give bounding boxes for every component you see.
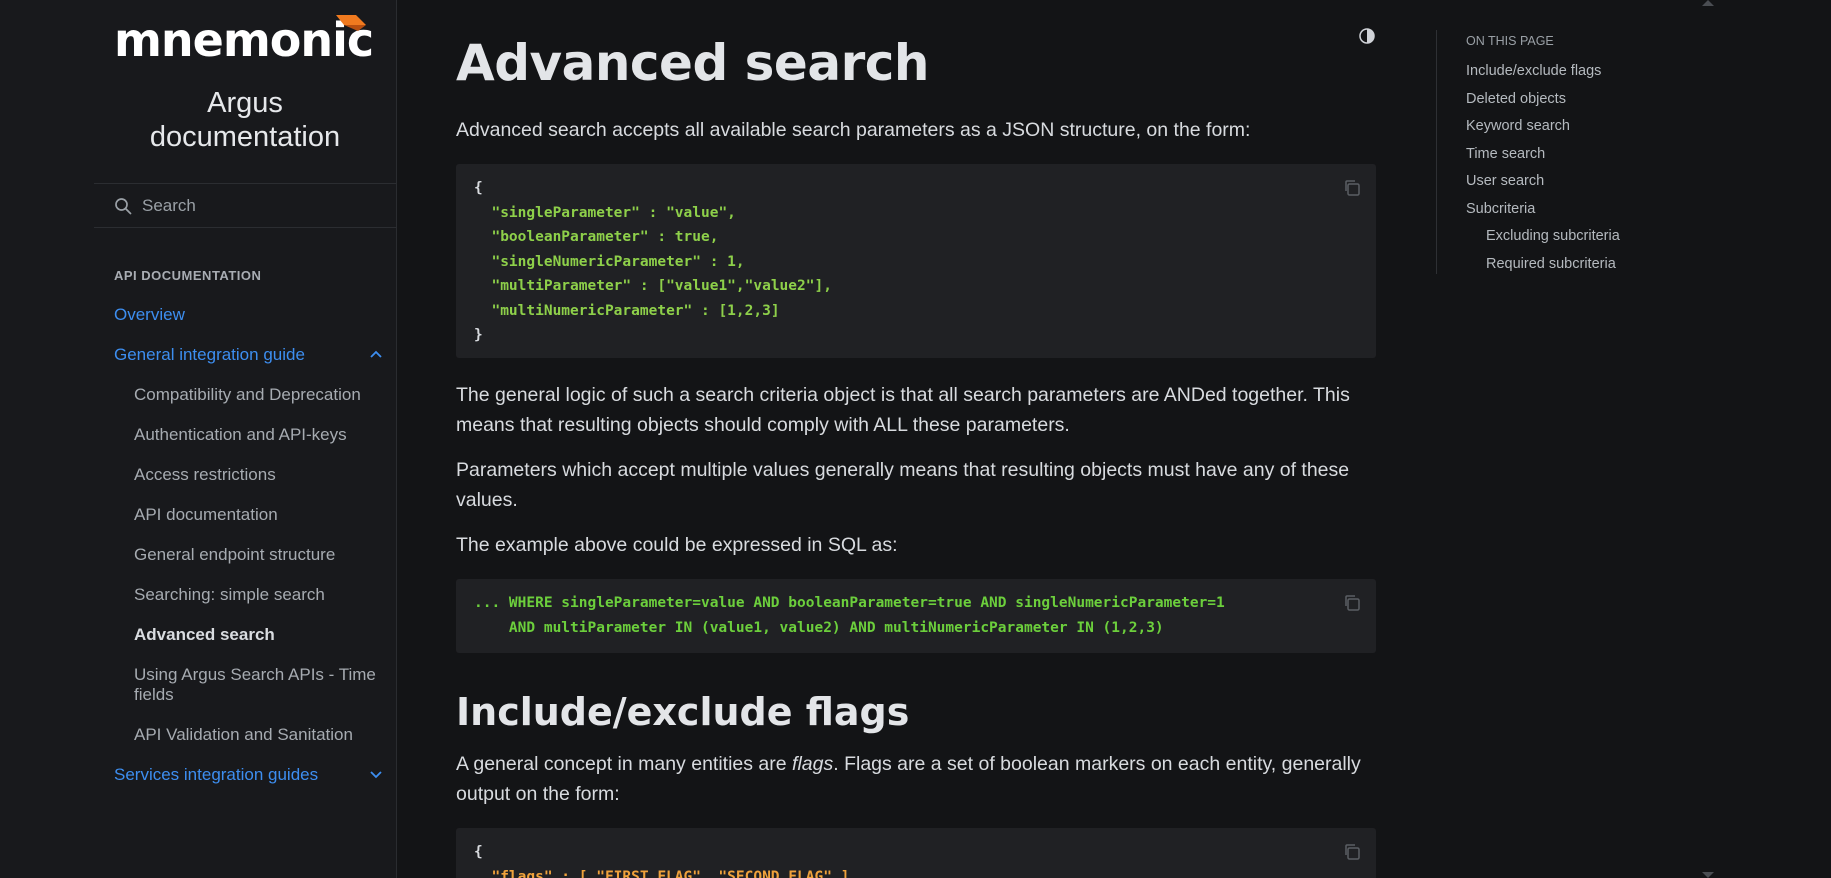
nav-subitem-authentication[interactable]: Authentication and API-keys bbox=[114, 420, 384, 460]
code-line: "singleNumericParameter" : 1, bbox=[491, 253, 745, 270]
logo[interactable]: mnemonic bbox=[114, 14, 376, 66]
toc-item-time-search[interactable]: Time search bbox=[1466, 141, 1736, 169]
nav-item-services-integration-guides[interactable]: Services integration guides bbox=[114, 760, 384, 800]
code-block-flags: { "flags" : [ "FIRST_FLAG", "SECOND_FLAG… bbox=[456, 828, 1376, 878]
section-title-include-exclude: Include/exclude flags bbox=[456, 690, 910, 734]
toc-item-user-search[interactable]: User search bbox=[1466, 168, 1736, 196]
toc-item-required-subcriteria[interactable]: Required subcriteria bbox=[1466, 251, 1736, 279]
toc-item-include-exclude-flags[interactable]: Include/exclude flags bbox=[1466, 58, 1736, 86]
toc-item-subcriteria[interactable]: Subcriteria bbox=[1466, 196, 1736, 224]
nav-subitem-validation[interactable]: API Validation and Sanitation bbox=[114, 720, 384, 760]
code-line: { bbox=[474, 844, 483, 860]
code-line: "flags" : [ "FIRST_FLAG", "SECOND_FLAG" … bbox=[474, 868, 850, 878]
scroll-down-icon[interactable] bbox=[1702, 872, 1714, 878]
text-emphasis: flags bbox=[792, 753, 834, 775]
logo-text: mnemonic bbox=[114, 13, 374, 67]
code-line: "singleParameter" : "value", bbox=[491, 204, 736, 221]
nav-item-general-integration-guide[interactable]: General integration guide bbox=[114, 340, 384, 380]
nav-subitem-api-documentation[interactable]: API documentation bbox=[114, 500, 384, 540]
intro-paragraph: Advanced search accepts all available se… bbox=[456, 119, 1251, 141]
chevron-up-icon[interactable] bbox=[368, 346, 384, 362]
copy-icon[interactable] bbox=[1342, 593, 1362, 613]
toc-item-excluding-subcriteria[interactable]: Excluding subcriteria bbox=[1466, 223, 1736, 251]
toc-item-deleted-objects[interactable]: Deleted objects bbox=[1466, 86, 1736, 114]
code-line: { bbox=[474, 180, 483, 196]
text: A general concept in many entities are bbox=[456, 753, 793, 775]
code-line: "multiNumericParameter" : [1,2,3] bbox=[491, 302, 780, 319]
sidebar-nav: Overview General integration guide Compa… bbox=[114, 300, 384, 800]
sql-intro-paragraph: The example above could be expressed in … bbox=[456, 534, 898, 556]
nav-subitem-endpoint-structure[interactable]: General endpoint structure bbox=[114, 540, 384, 580]
multi-values-paragraph: Parameters which accept multiple values … bbox=[456, 459, 1350, 511]
nav-subitem-access-restrictions[interactable]: Access restrictions bbox=[114, 460, 384, 500]
copy-icon[interactable] bbox=[1342, 178, 1362, 198]
scroll-up-icon[interactable] bbox=[1702, 0, 1714, 6]
code-line: AND multiParameter IN (value1, value2) A… bbox=[474, 619, 1164, 636]
nav-subitem-advanced-search[interactable]: Advanced search bbox=[114, 620, 384, 660]
sidebar: mnemonic Argus documentation API DOCUMEN… bbox=[0, 0, 397, 878]
code-block-json: { "singleParameter" : "value", "booleanP… bbox=[456, 164, 1376, 358]
toc-item-keyword-search[interactable]: Keyword search bbox=[1466, 113, 1736, 141]
flags-paragraph: A general concept in many entities are f… bbox=[456, 749, 1378, 809]
nav-subitem-simple-search[interactable]: Searching: simple search bbox=[114, 580, 384, 620]
search-icon bbox=[115, 197, 132, 214]
logo-flag-icon bbox=[336, 15, 366, 31]
code-line: "booleanParameter" : true, bbox=[491, 229, 719, 245]
page-title: Advanced search bbox=[456, 34, 929, 92]
code-line: ... WHERE singleParameter=value AND bool… bbox=[474, 595, 1225, 611]
table-of-contents: ON THIS PAGE Include/exclude flags Delet… bbox=[1436, 30, 1736, 274]
nav-item-label: General integration guide bbox=[114, 345, 305, 364]
chevron-down-icon[interactable] bbox=[368, 766, 384, 782]
nav-subitem-compatibility[interactable]: Compatibility and Deprecation bbox=[114, 380, 384, 420]
toc-heading: ON THIS PAGE bbox=[1466, 34, 1554, 48]
nav-subitem-time-fields[interactable]: Using Argus Search APIs - Time fields bbox=[114, 660, 384, 720]
code-line: } bbox=[474, 327, 483, 343]
copy-icon[interactable] bbox=[1342, 842, 1362, 862]
brand[interactable]: mnemonic Argus documentation bbox=[114, 14, 376, 154]
search-input[interactable] bbox=[142, 195, 362, 216]
search-box[interactable] bbox=[94, 183, 397, 228]
code-line: "multiParameter" : ["value1","value2"], bbox=[491, 278, 832, 294]
site-title: Argus documentation bbox=[149, 87, 341, 153]
nav-heading: API DOCUMENTATION bbox=[114, 268, 262, 283]
nav-item-overview[interactable]: Overview bbox=[114, 300, 384, 340]
nav-item-label: Services integration guides bbox=[114, 765, 319, 784]
logic-paragraph: The general logic of such a search crite… bbox=[456, 384, 1350, 436]
code-block-sql: ... WHERE singleParameter=value AND bool… bbox=[456, 579, 1376, 653]
main-content: Advanced search Advanced search accepts … bbox=[456, 0, 1378, 878]
